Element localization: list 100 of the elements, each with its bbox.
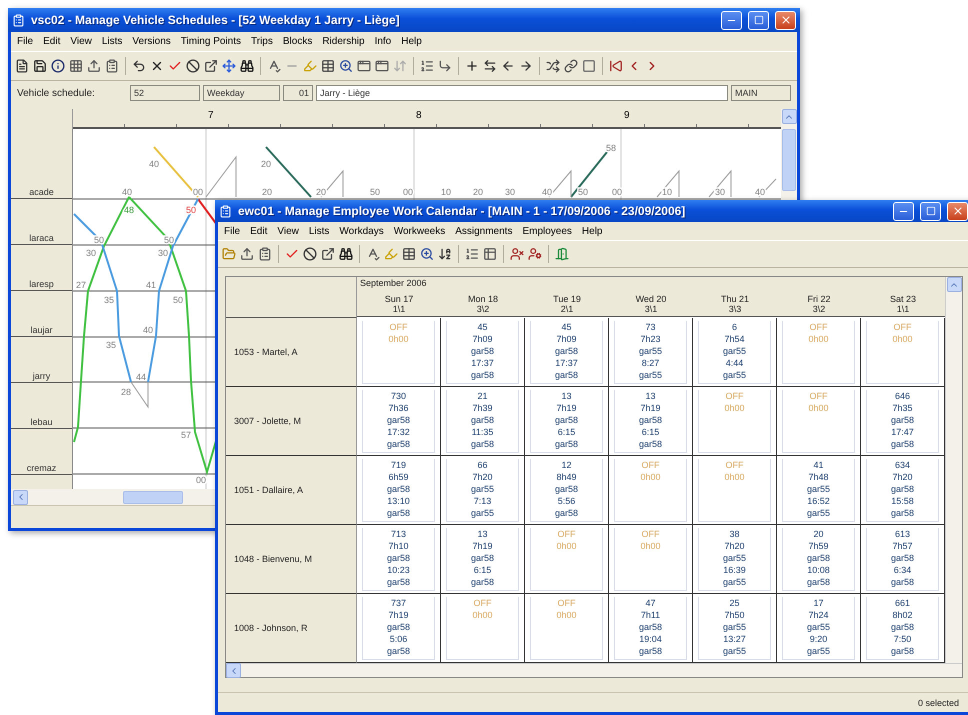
assignment-entry[interactable]: 38 7h20 gar55 16:39 gar55 [698,528,771,591]
schedule-field[interactable]: Jarry - Liège [316,85,728,101]
menu-item[interactable]: Workweeks [390,224,450,238]
link-icon[interactable] [564,59,578,73]
employee-name[interactable]: 3007 - Jolette, M [234,416,302,426]
menu-item[interactable]: File [220,224,244,238]
window-icon[interactable] [357,59,371,73]
menu-item[interactable]: Ridership [318,35,369,48]
new-file-icon[interactable] [15,59,29,73]
plus-icon[interactable] [465,59,479,73]
scroll-left-button[interactable] [226,663,241,678]
save-icon[interactable] [33,59,47,73]
spell-check-icon[interactable] [366,247,380,261]
assignment-entry[interactable]: 713 7h10 gar58 10:23 gar58 [362,528,435,591]
upload-icon[interactable] [87,59,101,73]
info-icon[interactable] [51,59,65,73]
menu-item[interactable]: Lists [98,35,126,48]
minimize-button[interactable] [721,10,742,30]
clipboard-icon[interactable] [258,247,272,261]
assignment-entry[interactable]: 13 7h19 gar58 6:15 gar58 [614,390,687,453]
menu-item[interactable]: File [13,35,38,48]
table-icon[interactable] [483,247,497,261]
window-icon[interactable] [204,59,218,73]
clipboard-icon[interactable] [105,59,119,73]
employee-name[interactable]: 1053 - Martel, A [234,347,298,357]
binoculars-icon[interactable] [240,59,254,73]
scroll-thumb[interactable] [782,129,796,191]
employee-name[interactable]: 1008 - Johnson, R [234,623,308,633]
employee-name[interactable]: 1048 - Bienvenu, M [234,554,312,564]
assignment-entry[interactable]: 613 7h57 gar58 6:34 gar58 [866,528,939,591]
user-settings-icon[interactable] [528,247,542,261]
close-button[interactable] [775,10,796,30]
ban-icon[interactable] [303,247,317,261]
close-button[interactable] [947,202,968,220]
menu-item[interactable]: Info [370,35,396,48]
list-icon[interactable] [420,59,434,73]
menu-item[interactable]: Help [578,224,606,238]
spell-check-icon[interactable] [267,59,281,73]
assignment-entry[interactable]: 17 7h24 gar55 9:20 gar55 [782,597,855,660]
menu-item[interactable]: Edit [246,224,272,238]
assignment-entry[interactable]: 25 7h50 gar55 13:27 gar55 [698,597,771,660]
scroll-up-button[interactable] [782,109,796,124]
ban-icon[interactable] [186,59,200,73]
exit-icon[interactable] [555,247,569,261]
schedule-field[interactable]: 52 [130,85,200,101]
assignment-entry[interactable]: 737 7h19 gar58 5:06 gar58 [362,597,435,660]
assignment-entry[interactable]: 730 7h36 gar58 17:32 gar58 [362,390,435,453]
menu-item[interactable]: Timing Points [176,35,245,48]
window-icon[interactable] [375,59,389,73]
minimize-button[interactable] [893,202,914,220]
schedule-field[interactable]: 01 [283,85,313,101]
assignment-entry[interactable]: 45 7h09 gar58 17:37 gar58 [530,321,603,384]
maximize-button[interactable] [920,202,941,220]
arrow-right-icon[interactable] [519,59,533,73]
zoom-icon[interactable] [339,59,353,73]
assignment-entry[interactable]: 646 7h35 gar58 17:47 gar58 [866,390,939,453]
menu-item[interactable]: View [66,35,96,48]
menu-item[interactable]: Help [397,35,426,48]
assignment-entry[interactable]: 45 7h09 gar58 17:37 gar58 [446,321,519,384]
table-icon[interactable] [402,247,416,261]
assignment-entry[interactable]: 13 7h19 gar58 6:15 gar58 [446,528,519,591]
table-icon[interactable] [321,59,335,73]
binoculars-icon[interactable] [339,247,353,261]
assignment-entry[interactable]: 661 8h02 gar58 7:50 gar58 [866,597,939,660]
menu-item[interactable]: Versions [128,35,175,48]
schedule-field[interactable]: MAIN [731,85,791,101]
menu-item[interactable]: Workdays [335,224,388,238]
arrow-left-icon[interactable] [501,59,515,73]
arrow-icon[interactable] [438,59,452,73]
menu-item[interactable]: Blocks [278,35,316,48]
assignment-entry[interactable]: 73 7h23 gar55 8:27 gar55 [614,321,687,384]
scroll-left-button[interactable] [13,490,28,504]
undo-icon[interactable] [132,59,146,73]
menu-item[interactable]: Edit [39,35,64,48]
assignment-entry[interactable]: 13 7h19 gar58 6:15 gar58 [530,390,603,453]
menu-item[interactable]: Employees [518,224,576,238]
window-icon[interactable] [321,247,335,261]
scroll-up-button[interactable] [946,277,962,292]
shuffle-icon[interactable] [546,59,560,73]
folder-icon[interactable] [222,247,236,261]
assignment-entry[interactable]: 21 7h39 gar58 11:35 gar58 [446,390,519,453]
list-icon[interactable] [465,247,479,261]
grid-icon[interactable] [69,59,83,73]
menu-item[interactable]: Lists [304,224,334,238]
schedule-field[interactable]: Weekday [203,85,280,101]
upload-icon[interactable] [240,247,254,261]
first-icon[interactable] [609,59,623,73]
scroll-thumb[interactable] [123,490,183,504]
employee-name[interactable]: 1051 - Dallaire, A [234,485,304,495]
menu-item[interactable]: View [273,224,303,238]
assignment-entry[interactable]: 66 7h20 gar55 7:13 gar55 [446,459,519,522]
assignment-entry[interactable]: 47 7h11 gar58 19:04 gar58 [614,597,687,660]
close-icon[interactable] [150,59,164,73]
menu-item[interactable]: Assignments [451,224,516,238]
sort-icon[interactable] [438,247,452,261]
assignment-entry[interactable]: 12 8h49 gar58 5:56 gar58 [530,459,603,522]
swap-icon[interactable] [483,59,497,73]
menu-item[interactable]: Trips [247,35,277,48]
move-icon[interactable] [222,59,236,73]
zoom-icon[interactable] [420,247,434,261]
